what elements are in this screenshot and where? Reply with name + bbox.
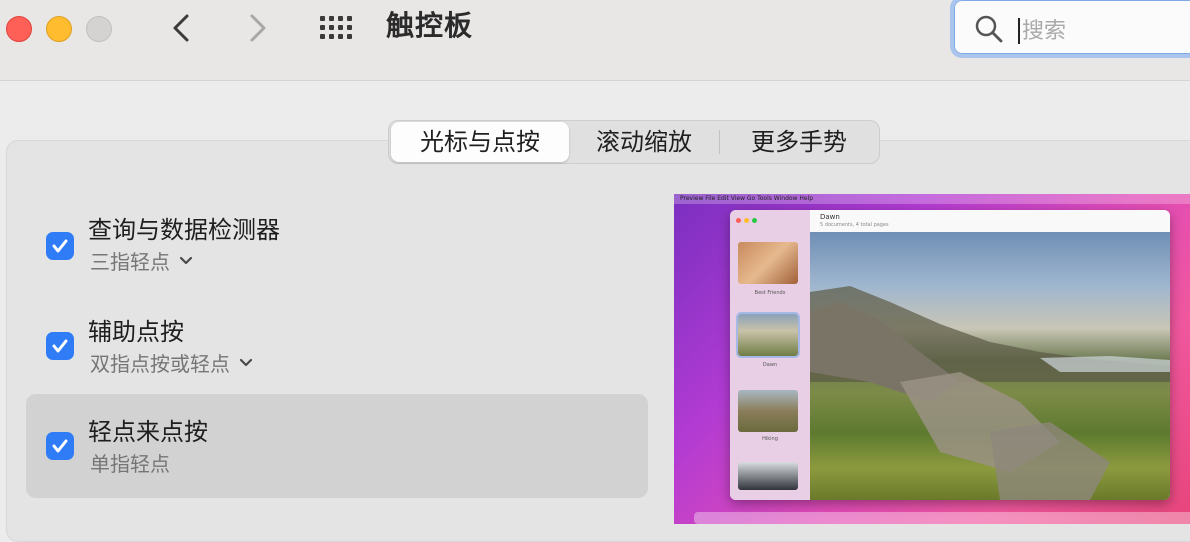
- option-subtitle: 双指点按或轻点: [90, 352, 230, 376]
- forward-button[interactable]: [242, 10, 272, 46]
- thumbnail-image: [736, 312, 800, 358]
- lookup-gesture-dropdown[interactable]: 三指轻点: [90, 246, 194, 275]
- show-all-button[interactable]: [318, 14, 358, 42]
- grid-icon: [320, 16, 352, 39]
- thumbnail-caption: Best Friends: [754, 290, 786, 296]
- thumbnail-caption: Dawn: [762, 362, 778, 368]
- minimize-window-button[interactable]: [46, 16, 72, 42]
- search-field[interactable]: [950, 0, 1190, 58]
- lookup-checkbox[interactable]: [46, 232, 74, 260]
- preview-doc-subtitle: 5 documents, 4 total pages: [820, 222, 889, 228]
- option-subtitle: 单指轻点: [90, 452, 170, 476]
- tab-scroll-and-zoom[interactable]: 滚动缩放: [569, 122, 719, 162]
- close-window-button[interactable]: [6, 16, 32, 42]
- option-title: 辅助点按: [88, 318, 184, 346]
- tab-point-and-click[interactable]: 光标与点按: [391, 122, 569, 162]
- preview-menubar-text: Preview File Edit View Go Tools Window H…: [680, 195, 814, 202]
- gesture-preview-video: Preview File Edit View Go Tools Window H…: [674, 194, 1190, 524]
- rocks-illustration: [810, 286, 1170, 500]
- thumbnail-image: [738, 242, 798, 284]
- thumbnail-image: [738, 390, 798, 432]
- back-button[interactable]: [167, 10, 197, 46]
- chevron-right-icon: [250, 14, 266, 42]
- thumbnail-image: [738, 462, 798, 490]
- option-title: 轻点来点按: [88, 418, 208, 446]
- tab-more-gestures[interactable]: 更多手势: [720, 122, 878, 162]
- checkmark-icon: [52, 439, 68, 453]
- landscape-photo: [810, 232, 1170, 500]
- checkmark-icon: [52, 339, 68, 353]
- window-title: 触控板: [386, 9, 474, 42]
- preview-doc-title: Dawn: [820, 213, 840, 221]
- title-bar: 触控板: [0, 0, 1190, 81]
- zoom-window-button[interactable]: [86, 16, 112, 42]
- option-title: 查询与数据检测器: [88, 216, 280, 244]
- option-subtitle: 三指轻点: [90, 250, 170, 274]
- tap-to-click-checkbox[interactable]: [46, 432, 74, 460]
- chevron-left-icon: [173, 14, 189, 42]
- preview-sidebar: Best Friends Dawn Hiking: [730, 210, 810, 500]
- secondary-click-dropdown[interactable]: 双指点按或轻点: [90, 348, 254, 377]
- option-tap-to-click[interactable]: 轻点来点按 单指轻点: [26, 394, 648, 498]
- option-lookup-data-detectors: 查询与数据检测器 三指轻点: [26, 196, 648, 300]
- preview-toolbar: Dawn 5 documents, 4 total pages: [810, 210, 1170, 233]
- tab-bar: 光标与点按 滚动缩放 更多手势: [388, 120, 880, 164]
- preview-menubar: Preview File Edit View Go Tools Window H…: [674, 194, 1190, 204]
- search-icon: [975, 15, 1003, 43]
- checkmark-icon: [52, 239, 68, 253]
- search-input[interactable]: [1020, 12, 1190, 50]
- option-secondary-click: 辅助点按 双指点按或轻点: [26, 296, 648, 400]
- chevron-down-icon: [239, 358, 253, 366]
- preview-dock: [694, 512, 1190, 524]
- thumbnail-caption: Hiking: [762, 436, 778, 442]
- secondary-click-checkbox[interactable]: [46, 332, 74, 360]
- option-subtitle-row: 单指轻点: [90, 448, 170, 477]
- preview-app-window: Best Friends Dawn Hiking Dawn 5 document…: [730, 210, 1170, 500]
- chevron-down-icon: [179, 256, 193, 264]
